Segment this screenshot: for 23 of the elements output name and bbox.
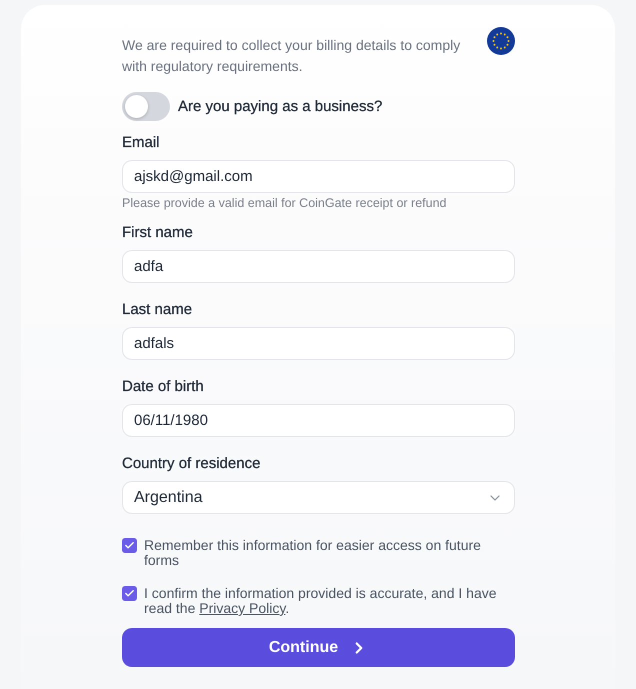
check-icon [124,588,135,599]
billing-notice: We are required to collect your billing details to comply with regulatory requirements. [122,36,462,76]
input-field[interactable]: ajskd@gmail.com [122,160,515,193]
input-field[interactable]: adfa [122,250,515,283]
eu-flag-icon [487,27,515,55]
checkbox-label: I confirm the information provided is accurate, and I have read the Privacy Policy. [144,586,498,616]
helper-text: Please provide a valid email for CoinGate receipt or refund [122,195,448,211]
checkbox[interactable] [122,538,137,553]
checkbox-label: Remember this information for easier access on future forms [144,538,482,568]
field-label: Country of residence [122,454,262,474]
check-icon [124,540,135,551]
business-toggle-label: Are you paying as a business? [178,98,382,115]
business-toggle[interactable] [122,92,170,121]
field-label: Date of birth [122,377,205,397]
field-label: Last name [122,300,194,320]
input-field[interactable]: 06/11/1980 [122,404,515,437]
checkbox[interactable] [122,586,137,601]
field-label: Email [122,133,161,153]
continue-button[interactable]: Continue [122,628,515,667]
country-select[interactable]: Argentina [122,481,515,514]
field-label: First name [122,223,194,243]
input-field[interactable]: adfals [122,327,515,360]
privacy-policy-link[interactable]: Privacy Policy [199,600,286,616]
